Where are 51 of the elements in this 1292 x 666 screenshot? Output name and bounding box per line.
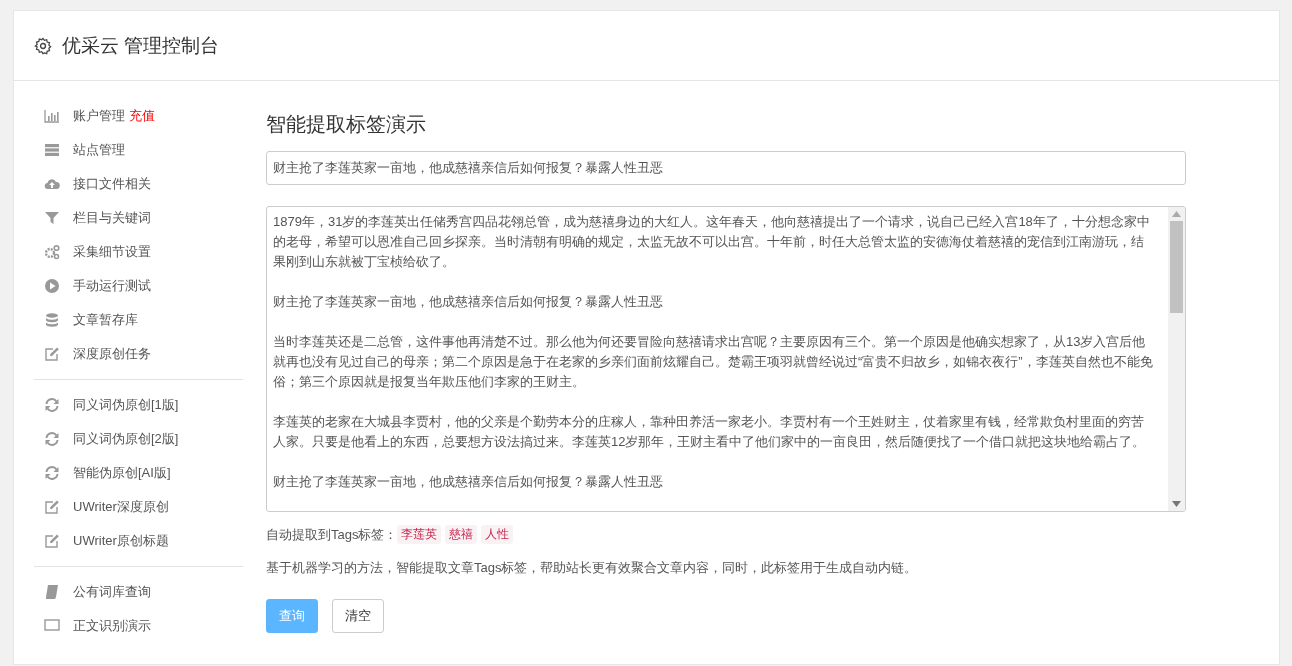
gears-icon — [44, 244, 60, 260]
sidebar-item[interactable]: 正文识别演示 — [34, 609, 243, 643]
tags-label: 自动提取到Tags标签： — [266, 525, 398, 544]
database-icon — [44, 312, 60, 328]
chart-icon — [44, 108, 60, 124]
sidebar-item[interactable]: 文章暂存库 — [34, 303, 243, 337]
sidebar-item[interactable]: 同义词伪原创[1版] — [34, 388, 243, 422]
article-textarea[interactable] — [266, 206, 1186, 512]
sidebar-item[interactable]: 接口文件相关 — [34, 167, 243, 201]
clear-button[interactable]: 清空 — [332, 599, 384, 633]
page-heading: 智能提取标签演示 — [266, 112, 427, 137]
sidebar-item[interactable]: UWriter原创标题 — [34, 524, 243, 558]
article-paragraph: 财主抢了李莲英家一亩地，他成慈禧亲信后如何报复？暴露人性丑恶 — [273, 473, 664, 491]
settings-icon — [34, 36, 52, 55]
cloud-upload-icon — [44, 176, 60, 192]
play-icon — [44, 278, 60, 294]
sidebar-item[interactable]: 采集细节设置 — [34, 235, 243, 269]
sidebar-item[interactable]: 手动运行测试 — [34, 269, 243, 303]
sidebar-item[interactable]: UWriter深度原创 — [34, 490, 243, 524]
article-paragraph: 财主抢了李莲英家一亩地，他成慈禧亲信后如何报复？暴露人性丑恶 — [273, 293, 664, 311]
sidebar-item[interactable]: 栏目与关键词 — [34, 201, 243, 235]
console-title: 优采云 管理控制台 — [62, 33, 220, 58]
refresh-icon — [44, 465, 60, 481]
tag: 人性 — [481, 525, 514, 544]
monitor-icon — [44, 618, 60, 634]
recharge-link[interactable]: 充值 — [129, 107, 155, 125]
scroll-thumb[interactable] — [1170, 221, 1183, 313]
article-paragraph: 1879年，31岁的李莲英出任储秀宫四品花翎总管，成为慈禧身边的大红人。这年春天，他向慈禧提出了一个请求，说自己已经入宫18年了，十分想念家中的老母，希望可以恩准自己回乡探亲。当时清朝有明确的规定，太监无故不可以出宫。十年前，时任大总管太监的安德海仗着慈禧的宠信到江南游玩，结果刚到山东就被丁宝桢给砍了。 — [273, 213, 1151, 271]
scroll-down-icon — [1172, 501, 1181, 507]
refresh-icon — [44, 397, 60, 413]
tag: 慈禧 — [445, 525, 478, 544]
sidebar-item[interactable]: 站点管理 — [34, 133, 243, 167]
article-paragraph: 当时李莲英还是二总管，这件事他再清楚不过。那么他为何还要冒险向慈禧请求出宫呢？主要原因有三个。第一个原因是他确实想家了，从13岁入宫后他就再也没有见过自己的母亲；第二个原因是急于在老家的乡亲们面前炫耀自己。楚霸王项羽就曾经说过“富贵不归故乡，如锦衣夜行”，李莲英自然也不能免俗；第三个原因就是报复当年欺压他们李家的王财主。 — [273, 333, 1154, 391]
sidebar-item[interactable]: 智能伪原创[AI版] — [34, 456, 243, 490]
scrollbar[interactable] — [1168, 207, 1185, 511]
server-icon — [44, 142, 60, 158]
tag: 李莲英 — [397, 525, 442, 544]
edit-icon — [44, 346, 60, 362]
book-icon — [44, 584, 60, 600]
filter-icon — [44, 210, 60, 226]
scroll-up-icon — [1172, 211, 1181, 217]
title-field[interactable]: 财主抢了李莲英家一亩地，他成慈禧亲信后如何报复？暴露人性丑恶 — [266, 151, 1186, 185]
refresh-icon — [44, 431, 60, 447]
sidebar-item[interactable]: 公有词库查询 — [34, 575, 243, 609]
sidebar-item[interactable]: 深度原创任务 — [34, 337, 243, 371]
sidebar-item[interactable]: 账户管理 充值 — [34, 99, 243, 133]
description-text: 基于机器学习的方法，智能提取文章Tags标签，帮助站长更有效聚合文章内容，同时，此标签用于生成自动内链。 — [266, 559, 919, 577]
edit-icon — [44, 533, 60, 549]
edit-icon — [44, 499, 60, 515]
article-paragraph: 李莲英的老家在大城县李贾村，他的父亲是个勤劳本分的庄稼人，靠种田养活一家老小。李贾村有一个王姓财主，仗着家里有钱，经常欺负村里面的穷苦人家。只要是他看上的东西，总要想方设法搞过来。李莲英12岁那年，王财主看中了他们家中的一亩良田，然后随便找了一个借口就把这块地给霸占了。 — [273, 413, 1147, 451]
sidebar-item[interactable]: 同义词伪原创[2版] — [34, 422, 243, 456]
